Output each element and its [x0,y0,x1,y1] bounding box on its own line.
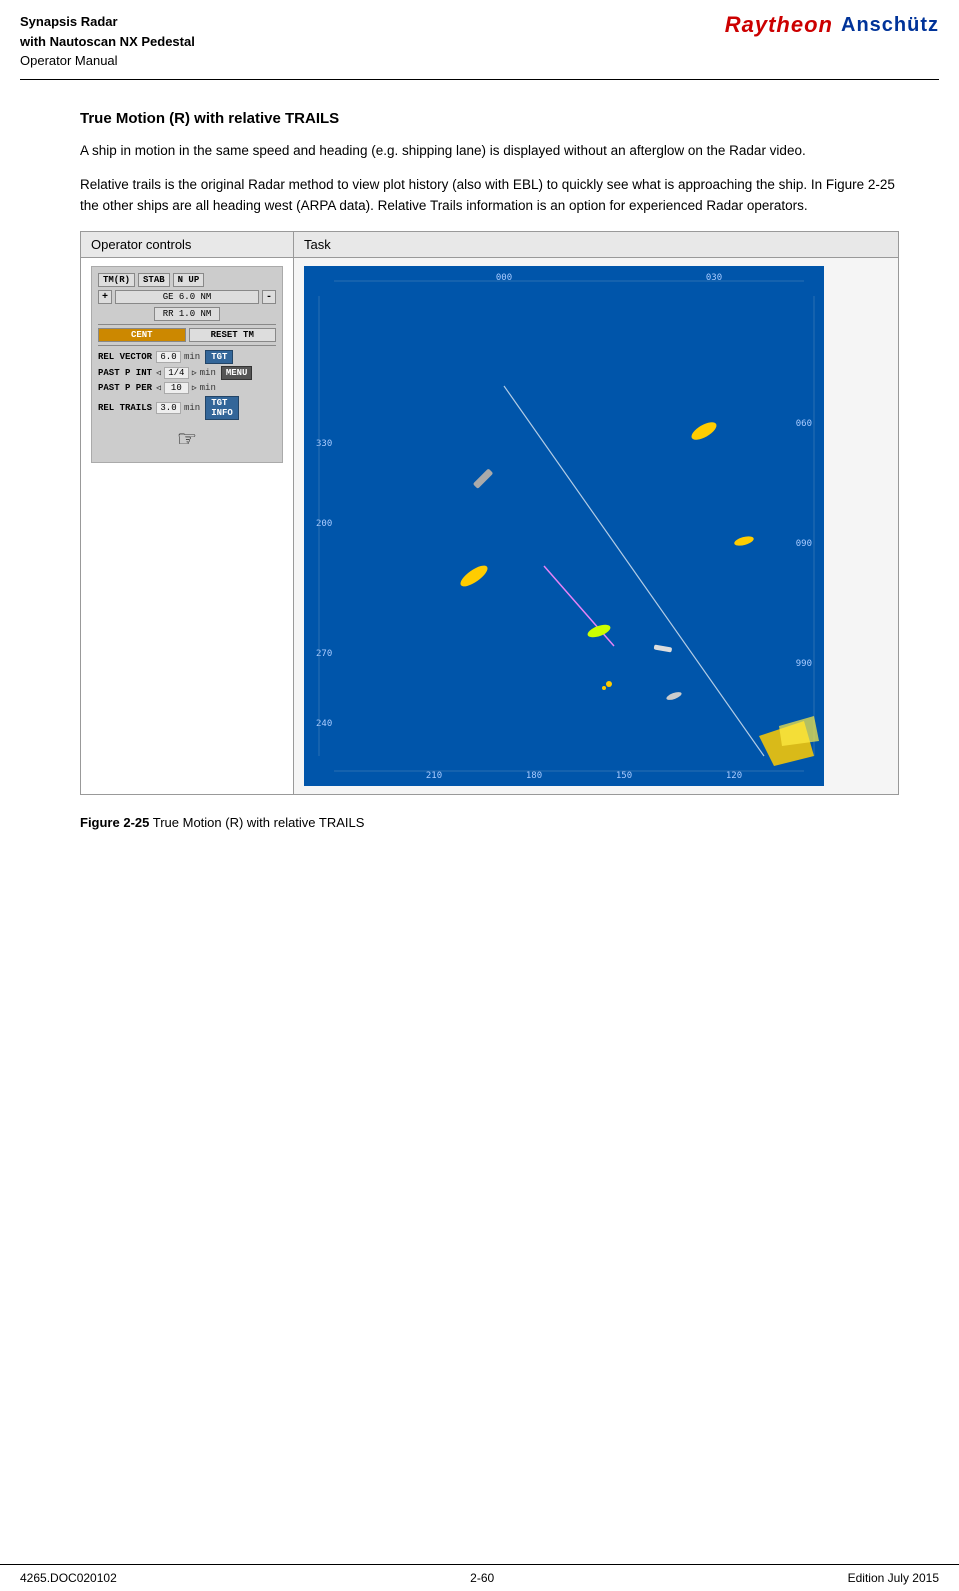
panel-row-1: TM(R) STAB N UP [98,273,276,287]
tgt-button[interactable]: TGT [205,350,233,364]
n-up-button[interactable]: N UP [173,273,205,287]
svg-text:210: 210 [426,771,442,781]
past-p-per-label: PAST P PER [98,383,153,393]
past-p-int-label: PAST P INT [98,368,153,378]
page-footer: 4265.DOC020102 2-60 Edition July 2015 [0,1564,959,1591]
menu-button[interactable]: MENU [221,366,253,380]
svg-text:240: 240 [316,719,332,729]
task-cell: 000 030 060 090 990 330 200 270 240 [294,258,899,795]
rel-vector-label: REL VECTOR [98,352,153,362]
logo-block: Raytheon Anschütz [725,12,939,38]
pp-per-value: 10 [164,382,189,394]
svg-text:120: 120 [726,771,742,781]
product-title-line1: Synapsis Radar [20,12,195,32]
tm-r-button[interactable]: TM(R) [98,273,135,287]
trails-unit: min [184,403,200,413]
header-title-block: Synapsis Radar with Nautoscan NX Pedesta… [20,12,195,71]
svg-text:030: 030 [706,273,722,283]
panel-row-rr: RR 1.0 NM [98,307,276,321]
panel-row-range: + GE 6.0 NM - [98,290,276,304]
pp-int-gt: ▷ [192,368,197,378]
operator-controls-cell: TM(R) STAB N UP + [81,258,294,795]
svg-text:990: 990 [796,659,812,669]
vector-value: 6.0 [156,351,181,363]
anschutz-logo: Anschütz [841,14,939,37]
pp-int-lt: ◁ [156,368,161,378]
pp-int-unit: min [200,368,216,378]
paragraph-2: Relative trails is the original Radar me… [80,175,899,217]
table-header-col2: Task [294,232,899,258]
vector-unit: min [184,352,200,362]
svg-text:000: 000 [496,273,512,283]
footer-page: 2-60 [470,1571,494,1585]
panel-row-cent: CENT RESET TM [98,328,276,342]
main-content: True Motion (R) with relative TRAILS A s… [0,80,959,881]
product-title-line2: with Nautoscan NX Pedestal [20,32,195,52]
trails-label: REL TRAILS [98,403,153,413]
figure-number: Figure 2-25 [80,815,149,830]
section-title: True Motion (R) with relative TRAILS [80,110,899,127]
pp-per-unit: min [200,383,216,393]
svg-text:150: 150 [616,771,632,781]
past-p-int-row: PAST P INT ◁ 1/4 ▷ min MENU [98,366,276,380]
svg-text:180: 180 [526,771,542,781]
reset-tm-button[interactable]: RESET TM [189,328,277,342]
radar-svg: 000 030 060 090 990 330 200 270 240 [304,266,824,786]
page-header: Synapsis Radar with Nautoscan NX Pedesta… [0,0,959,71]
tgt-info-button[interactable]: TGT INFO [205,396,239,420]
paragraph-1: A ship in motion in the same speed and h… [80,141,899,162]
operator-table: Operator controls Task TM(R) STAB [80,231,899,795]
stab-button[interactable]: STAB [138,273,170,287]
svg-text:200: 200 [316,519,332,529]
raytheon-logo-text: Raytheon [725,12,833,37]
rr-display: RR 1.0 NM [154,307,221,321]
table-header-col1: Operator controls [81,232,294,258]
figure-caption-text: True Motion (R) with relative TRAILS [153,815,365,830]
pp-int-value: 1/4 [164,367,189,379]
plus-button[interactable]: + [98,290,112,304]
radar-display: 000 030 060 090 990 330 200 270 240 [304,266,824,786]
footer-doc: 4265.DOC020102 [20,1571,117,1585]
cent-button[interactable]: CENT [98,328,186,342]
radar-control-panel: TM(R) STAB N UP + [91,266,283,463]
past-p-per-row: PAST P PER ◁ 10 ▷ min [98,382,276,394]
trails-value: 3.0 [156,402,181,414]
pp-per-lt: ◁ [156,383,161,393]
svg-text:060: 060 [796,419,812,429]
trails-row: REL TRAILS 3.0 min TGT INFO [98,396,276,420]
raytheon-logo: Raytheon [725,12,833,38]
vector-row: REL VECTOR 6.0 min TGT [98,350,276,364]
figure-caption: Figure 2-25 True Motion (R) with relativ… [80,815,899,830]
svg-text:090: 090 [796,539,812,549]
svg-text:270: 270 [316,649,332,659]
panel-separator-1 [98,324,276,325]
footer-edition: Edition July 2015 [848,1571,939,1585]
pp-per-gt: ▷ [192,383,197,393]
panel-separator-2 [98,345,276,346]
range-display: GE 6.0 NM [115,290,259,304]
cursor-area: ☞ [98,428,276,456]
minus-button[interactable]: - [262,290,276,304]
cursor-icon: ☞ [179,426,196,457]
panel-info-rows: REL VECTOR 6.0 min TGT PAST P INT ◁ 1/4 … [98,350,276,420]
product-title-line3: Operator Manual [20,51,195,71]
svg-text:330: 330 [316,439,332,449]
